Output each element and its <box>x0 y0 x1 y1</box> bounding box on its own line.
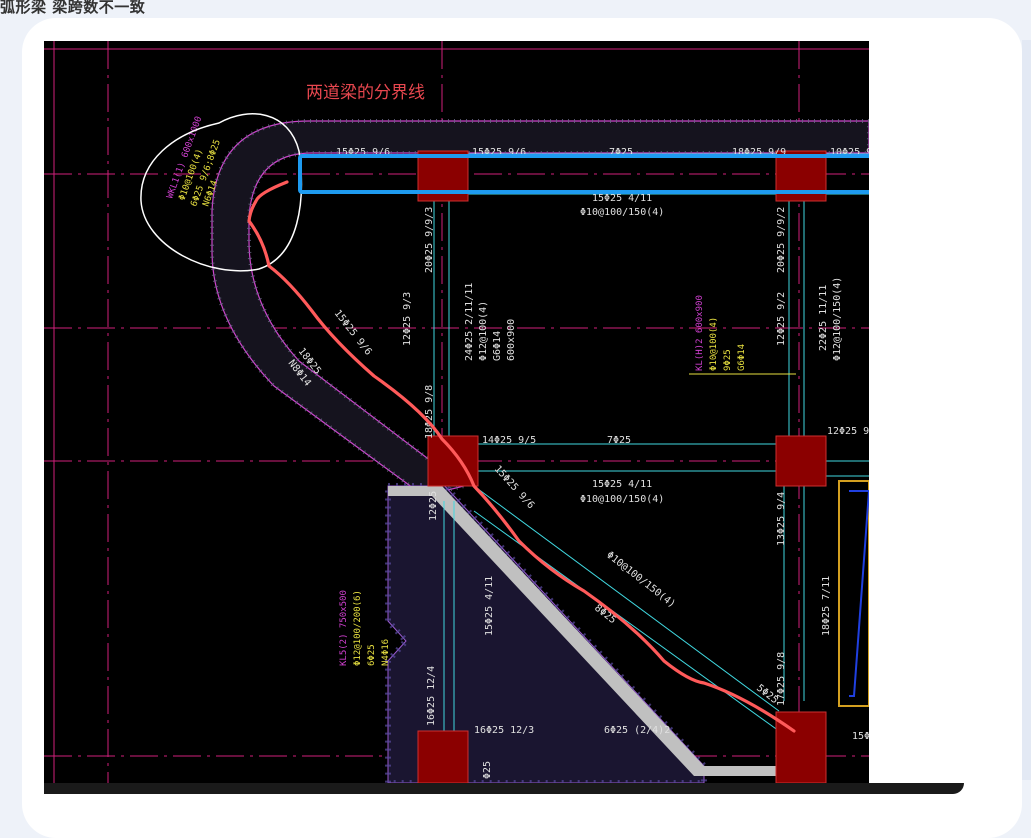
label-diag2-1: Φ10@100/150(4) <box>604 550 677 611</box>
label-v-7: 600x900 <box>506 319 517 361</box>
label-bot-4: Φ25 <box>482 761 493 779</box>
svg-text:Φ12@100/200(6): Φ12@100/200(6) <box>353 590 363 666</box>
svg-text:6Φ25: 6Φ25 <box>367 644 377 666</box>
kl5-labels: KL5(2) 750x500 Φ12@100/200(6) 6Φ25 N4Φ16 <box>339 590 391 666</box>
svg-text:KL5(2) 750x500: KL5(2) 750x500 <box>339 590 349 666</box>
label-beam2-1: 14Φ25 9/5 <box>482 435 536 446</box>
label-v-6: G6Φ14 <box>492 331 503 361</box>
label-v2-4: 15Φ25 4/11 <box>484 576 495 636</box>
kl2-labels: KL(H)2 600x900 Φ10@100(4) 9Φ25 G6Φ14 <box>695 295 747 371</box>
label-bot-5: 15Φ <box>852 731 869 742</box>
label-diag-1: 15Φ25 9/6 <box>332 308 374 357</box>
label-v-3: 12Φ25 9/3 <box>402 292 413 346</box>
label-beam2-5: Φ10@100/150(4) <box>580 494 664 505</box>
label-v-9: Φ12@100/150(4) <box>832 277 843 361</box>
cad-svg: 15Φ25 9/6 15Φ25 9/6 7Φ25 18Φ25 9/9 10Φ25… <box>44 41 869 783</box>
label-beam2-4: 15Φ25 4/11 <box>592 479 652 490</box>
label-v2-1: 13Φ25 9/4 <box>776 492 787 546</box>
page-title: 弧形梁 梁跨数不一致 <box>0 0 146 16</box>
annotation-label: 两道梁的分界线 <box>306 83 425 103</box>
svg-text:N4Φ16: N4Φ16 <box>381 639 391 666</box>
column-e <box>417 730 469 783</box>
label-bot-3: 6Φ25 (2/4)2 <box>604 725 670 736</box>
svg-text:KL(H)2 600x900: KL(H)2 600x900 <box>695 295 705 371</box>
label-v-10: 12Φ25 9/2 <box>776 292 787 346</box>
label-col-left: 18Φ25 9/8 <box>424 385 435 439</box>
label-bot-2: 16Φ25 12/3 <box>474 725 534 736</box>
bottom-edge <box>44 783 964 794</box>
right-opening <box>838 480 869 707</box>
label-beam2-2: 7Φ25 <box>607 435 631 446</box>
label-v-2: 20Φ25 9/9/2 <box>776 207 787 273</box>
column-d <box>775 435 827 487</box>
label-mid-2: Φ10@100/150(4) <box>580 207 664 218</box>
svg-text:9Φ25: 9Φ25 <box>723 349 733 371</box>
label-v-5: Φ12@100(4) <box>478 301 489 361</box>
label-v2-5: 12Φ25 <box>428 491 439 521</box>
scroll-track <box>1022 40 1031 780</box>
label-v2-2: 18Φ25 7/11 <box>821 576 832 636</box>
label-v-4: 24Φ25 2/11/11 <box>464 283 475 361</box>
label-beam2-3: 12Φ25 9/4 <box>827 426 869 437</box>
label-mid-1: 15Φ25 4/11 <box>592 193 652 204</box>
svg-text:G6Φ14: G6Φ14 <box>737 344 747 371</box>
cad-drawing: 15Φ25 9/6 15Φ25 9/6 7Φ25 18Φ25 9/9 10Φ25… <box>44 41 869 783</box>
label-v2-3: 17Φ25 9/8 <box>776 652 787 706</box>
circled-labels: WKL1(1) 600x1000 Φ10@100(4) 6Φ25 9/6;8Φ2… <box>165 115 222 208</box>
label-v-1: 20Φ25 9/9/3 <box>424 207 435 273</box>
label-v-8: 22Φ25 11/11 <box>818 285 829 351</box>
svg-text:Φ10@100(4): Φ10@100(4) <box>709 317 719 371</box>
label-bot-1: 16Φ25 12/4 <box>426 666 437 726</box>
